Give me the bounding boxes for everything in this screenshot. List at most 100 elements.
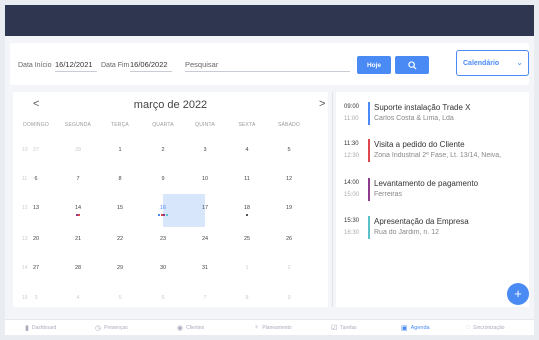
- calendar-day[interactable]: 25: [227, 236, 267, 242]
- event-item[interactable]: 09:00 11:00 Suporte instalação Trade X Carl…: [336, 100, 529, 128]
- calendar-day[interactable]: 3: [16, 295, 56, 301]
- search-button[interactable]: [395, 56, 429, 74]
- calendar-day[interactable]: 27: [16, 147, 56, 153]
- calendar-day[interactable]: 11: [227, 176, 267, 182]
- event-start-time: 14:00: [344, 180, 360, 186]
- calendar-day[interactable]: 5: [269, 147, 309, 153]
- event-subtitle: Zona Industrial 2ª Fase, Lt. 13/14, Neiv…: [374, 152, 502, 159]
- sync-icon: ◌: [466, 324, 471, 331]
- search-input[interactable]: Pesquisar: [185, 59, 350, 72]
- calendar-day[interactable]: 9: [269, 295, 309, 301]
- calendar-day[interactable]: 23: [143, 236, 183, 242]
- nav-item-sincronização[interactable]: ◌ Sincronização: [466, 324, 505, 331]
- calendar-day[interactable]: 7: [58, 176, 98, 182]
- nav-item-presenças[interactable]: ◷ Presenças: [95, 324, 128, 332]
- event-dots: [58, 214, 98, 217]
- calendar-day[interactable]: 8: [227, 295, 267, 301]
- event-item[interactable]: 15:30 16:30 Apresentação da Empresa Rua do …: [336, 214, 529, 242]
- nav-item-label: Agenda: [410, 325, 430, 331]
- calendar-day[interactable]: 4: [227, 147, 267, 153]
- weekday-header: SÁBADO: [277, 122, 301, 128]
- event-subtitle: Carlos Costa & Lima, Lda: [374, 115, 454, 122]
- calendar-day[interactable]: 6: [143, 295, 183, 301]
- event-start-time: 09:00: [344, 104, 360, 110]
- weekday-header: SEGUNDA: [64, 122, 92, 128]
- calendar-day[interactable]: 12: [269, 176, 309, 182]
- user-icon: ◉: [177, 325, 184, 332]
- event-title: Suporte instalação Trade X: [374, 103, 471, 112]
- check-icon: ☑: [331, 325, 338, 332]
- calendar-day[interactable]: 30: [143, 265, 183, 271]
- nav-item-clientes[interactable]: ◉ Clientes: [177, 324, 204, 332]
- event-title: Levantamento de pagamento: [374, 179, 479, 188]
- today-button[interactable]: Hoje: [357, 56, 391, 74]
- nav-item-label: Presenças: [104, 325, 128, 331]
- event-item[interactable]: 14:00 15:00 Levantamento de pagamento Ferre…: [336, 176, 529, 204]
- calendar-day[interactable]: 18: [227, 205, 267, 211]
- calendar-day[interactable]: 26: [269, 236, 309, 242]
- nav-item-tarefas[interactable]: ☑ Tarefas: [331, 324, 357, 332]
- calendar-day[interactable]: 9: [143, 176, 183, 182]
- events-panel: 09:00 11:00 Suporte instalação Trade X Carl…: [336, 92, 529, 307]
- calendar-day[interactable]: 10: [185, 176, 225, 182]
- top-bar: [5, 5, 534, 36]
- start-date-input[interactable]: 16/12/2021: [55, 59, 97, 72]
- calendar-day[interactable]: 13: [16, 205, 56, 211]
- calendar-day[interactable]: 24: [185, 236, 225, 242]
- event-start-time: 15:30: [344, 218, 360, 224]
- event-start-time: 11:30: [344, 141, 359, 147]
- view-select[interactable]: Calendário ⌄: [456, 50, 529, 76]
- event-color-bar: [368, 102, 370, 125]
- calendar-day[interactable]: 28: [58, 147, 98, 153]
- calendar-icon: ▣: [401, 325, 408, 332]
- calendar-day[interactable]: 16: [143, 205, 183, 211]
- nav-item-dashboard[interactable]: ▮ Dashboard: [25, 324, 56, 332]
- filter-bar: Data Início 16/12/2021 Data Fim 16/06/20…: [10, 43, 529, 85]
- end-date-input[interactable]: 16/06/2022: [130, 59, 172, 72]
- calendar-day[interactable]: 3: [185, 147, 225, 153]
- calendar-day[interactable]: 19: [269, 205, 309, 211]
- calendar-day[interactable]: 14: [58, 205, 98, 211]
- nav-item-planeamento[interactable]: ♀ Planeamento: [254, 324, 292, 331]
- calendar-day[interactable]: 31: [185, 265, 225, 271]
- calendar-day[interactable]: 6: [16, 176, 56, 182]
- event-end-time: 12:30: [344, 153, 360, 159]
- calendar-day[interactable]: 5: [100, 295, 140, 301]
- app-frame: Data Início 16/12/2021 Data Fim 16/06/20…: [5, 5, 534, 335]
- calendar-day[interactable]: 1: [100, 147, 140, 153]
- event-item[interactable]: 11:30 12:30 Visita a pedido do Cliente Zona…: [336, 137, 529, 165]
- event-color-bar: [368, 139, 370, 162]
- calendar-day[interactable]: 1: [227, 265, 267, 271]
- event-dots: [227, 214, 267, 217]
- nav-item-label: Clientes: [186, 325, 205, 331]
- calendar-panel: < março de 2022 > DOMINGO SEGUNDA TERÇA QUA…: [13, 92, 328, 307]
- event-end-time: 11:00: [344, 116, 359, 122]
- calendar-day[interactable]: 27: [16, 265, 56, 271]
- nav-item-agenda[interactable]: ▣ Agenda: [401, 324, 430, 332]
- weekday-header: QUINTA: [195, 122, 215, 128]
- next-month-button[interactable]: >: [319, 98, 325, 110]
- calendar-day[interactable]: 8: [100, 176, 140, 182]
- event-title: Apresentação da Empresa: [374, 217, 469, 226]
- event-subtitle: Rua do Jardim, n. 12: [374, 229, 439, 236]
- calendar-day[interactable]: 7: [185, 295, 225, 301]
- bottom-nav: ▮ Dashboard ◷ Presenças ◉ Clientes ♀ Planeament…: [5, 319, 534, 335]
- search-icon: [407, 60, 417, 70]
- clock-icon: ◷: [95, 325, 102, 332]
- calendar-day[interactable]: 20: [16, 236, 56, 242]
- calendar-day[interactable]: 28: [58, 265, 98, 271]
- calendar-day[interactable]: 21: [58, 236, 98, 242]
- event-end-time: 15:00: [344, 192, 360, 198]
- calendar-day[interactable]: 17: [185, 205, 225, 211]
- calendar-day[interactable]: 2: [269, 265, 309, 271]
- bar-chart-icon: ▮: [25, 325, 29, 332]
- event-dot: [246, 214, 248, 216]
- calendar-day[interactable]: 2: [143, 147, 183, 153]
- calendar-day[interactable]: 29: [100, 265, 140, 271]
- calendar-day[interactable]: 15: [100, 205, 140, 211]
- calendar-day[interactable]: 4: [58, 295, 98, 301]
- event-dots: [143, 214, 183, 217]
- month-title: março de 2022: [133, 99, 208, 111]
- calendar-day[interactable]: 22: [100, 236, 140, 242]
- add-event-button[interactable]: +: [507, 283, 529, 305]
